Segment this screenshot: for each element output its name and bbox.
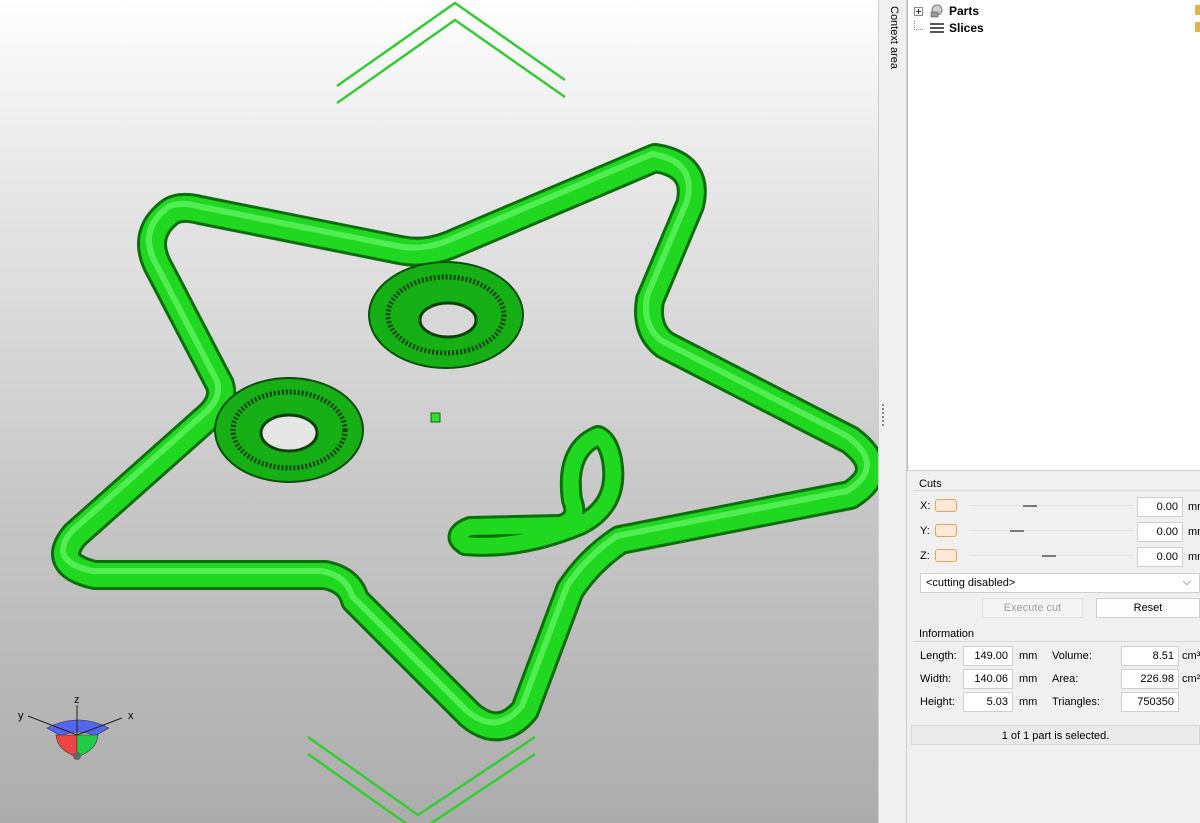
expand-icon[interactable] — [914, 6, 923, 16]
height-label: Height: — [920, 696, 955, 708]
axes-gizmo: z x y — [18, 694, 134, 760]
cut-y-unit: mm — [1188, 526, 1200, 538]
reset-button[interactable]: Reset — [1096, 598, 1200, 618]
tree-item-label: Parts — [949, 4, 980, 18]
cut-y-toggle[interactable] — [935, 524, 957, 537]
cut-z-label: Z: — [920, 550, 930, 562]
length-value: 149.00 — [963, 646, 1013, 666]
left-eye-torus[interactable] — [214, 377, 364, 483]
parts-icon — [930, 4, 943, 18]
splitter-grip-icon — [882, 404, 884, 428]
axis-z-label: z — [74, 694, 80, 706]
cut-z-slider[interactable] — [969, 549, 1134, 563]
folder-icon — [1195, 22, 1200, 32]
cut-z-toggle[interactable] — [935, 549, 957, 562]
width-value: 140.06 — [963, 669, 1013, 689]
triangles-value: 750350 — [1121, 692, 1179, 712]
area-value: 226.98 — [1121, 669, 1179, 689]
axis-x-label: x — [128, 710, 134, 722]
cut-y-label: Y: — [920, 525, 930, 537]
triangles-label: Triangles: — [1052, 696, 1100, 708]
cut-x-unit: mm — [1188, 501, 1200, 513]
cut-x-toggle[interactable] — [935, 499, 957, 512]
pivot-marker — [430, 412, 441, 423]
width-label: Width: — [920, 673, 952, 685]
volume-unit: cm³ — [1182, 650, 1200, 662]
cut-z-input[interactable]: 0.00 — [1137, 547, 1183, 567]
height-value: 5.03 — [963, 692, 1013, 712]
volume-value: 8.51 — [1121, 646, 1179, 666]
model-scene[interactable]: z x y — [0, 0, 878, 823]
cut-z-unit: mm — [1188, 551, 1200, 563]
length-label: Length: — [920, 650, 957, 662]
cut-x-label: X: — [920, 500, 931, 512]
parts-tree[interactable]: Parts Slices — [907, 0, 1200, 471]
chevron-down-icon: ⌵ — [1182, 576, 1191, 588]
volume-label: Volume: — [1052, 650, 1092, 662]
cut-x-input[interactable]: 0.00 — [1137, 497, 1183, 517]
context-area-label: Context area — [888, 6, 900, 69]
folder-icon — [1195, 5, 1200, 15]
axis-y-label: y — [18, 710, 24, 722]
width-unit: mm — [1019, 673, 1038, 685]
area-label: Area: — [1052, 673, 1079, 685]
3d-viewport[interactable]: z x y — [0, 0, 878, 823]
star-model[interactable] — [51, 143, 878, 742]
top-guide-chevron — [336, 1, 566, 105]
cuts-title: Cuts — [919, 478, 942, 490]
cut-mode-value: <cutting disabled> — [926, 577, 1016, 589]
tree-item-slices[interactable]: Slices — [914, 20, 984, 36]
cuts-divider — [913, 490, 1200, 491]
slices-icon — [930, 23, 944, 33]
area-unit: cm² — [1182, 673, 1200, 685]
length-unit: mm — [1019, 650, 1038, 662]
tree-connector — [914, 20, 923, 30]
information-title: Information — [919, 628, 975, 640]
height-unit: mm — [1019, 696, 1038, 708]
tree-item-label: Slices — [949, 21, 984, 35]
information-divider — [913, 641, 1200, 642]
tree-item-parts[interactable]: Parts — [914, 3, 979, 19]
cut-x-slider[interactable] — [969, 499, 1134, 513]
cut-mode-select[interactable]: <cutting disabled> ⌵ — [920, 573, 1200, 593]
context-area-tab[interactable]: Context area — [886, 0, 907, 823]
cut-y-slider[interactable] — [969, 524, 1134, 538]
execute-cut-button[interactable]: Execute cut — [982, 598, 1083, 618]
right-eye-torus[interactable] — [368, 261, 524, 369]
cut-y-input[interactable]: 0.00 — [1137, 522, 1183, 542]
selection-status: 1 of 1 part is selected. — [911, 725, 1200, 745]
bottom-guide-chevron — [307, 735, 536, 823]
right-panel: Parts Slices Cuts X: 0.00 mm Y: 0.00 mm … — [907, 0, 1200, 823]
